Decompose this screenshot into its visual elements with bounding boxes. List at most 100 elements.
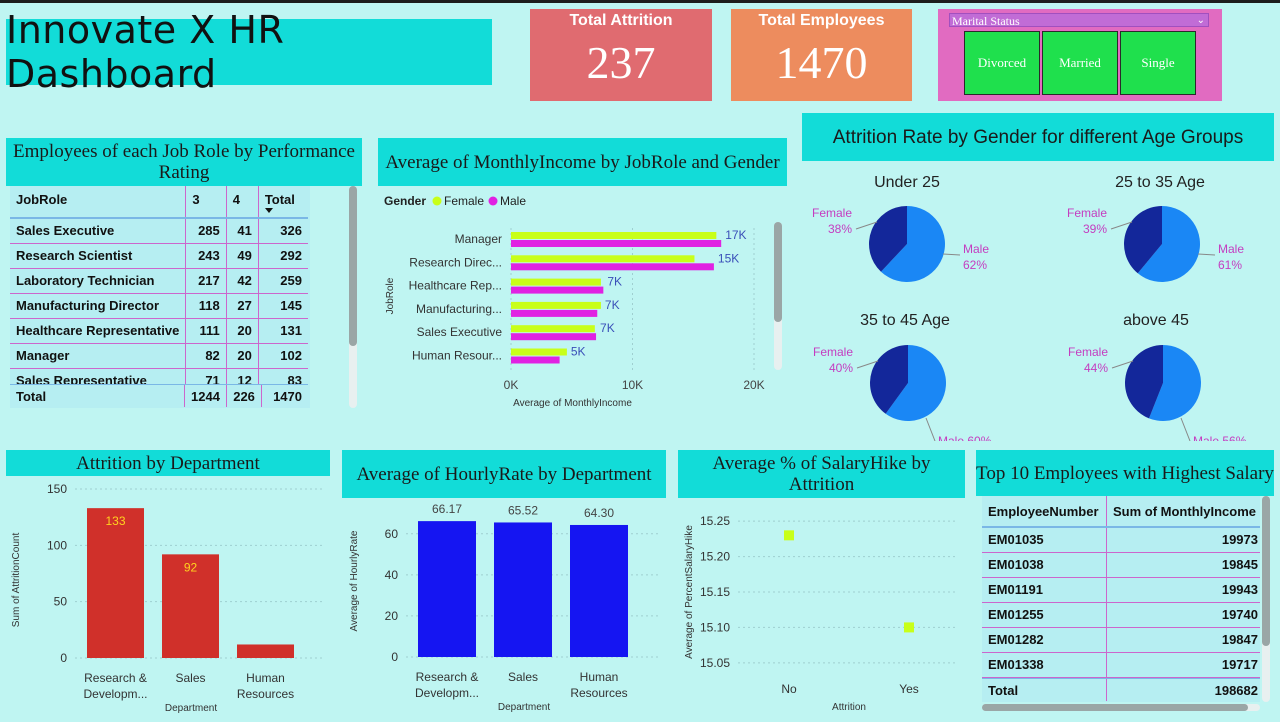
attrition-gender-age-title: Attrition Rate by Gender for different A… bbox=[832, 126, 1244, 148]
pie-pct-female: 39% bbox=[1083, 222, 1107, 236]
total-employees-card[interactable]: Total Employees 1470 bbox=[731, 9, 912, 101]
category-label: Human bbox=[580, 670, 619, 684]
total-attrition-card[interactable]: Total Attrition 237 bbox=[530, 9, 712, 101]
chevron-down-icon[interactable]: ⌄ bbox=[1197, 14, 1205, 28]
bar bbox=[87, 508, 144, 658]
table-row[interactable]: Healthcare Representative 111 20 131 bbox=[10, 318, 308, 343]
employee-number-cell: EM01038 bbox=[982, 552, 1107, 577]
y-tick-label: 50 bbox=[54, 595, 68, 609]
count-cell: 27 bbox=[226, 293, 259, 318]
table-row[interactable]: Research Scientist 243 49 292 bbox=[10, 243, 308, 268]
top-salary-hscrollbar[interactable] bbox=[982, 704, 1260, 711]
pie-leader-male bbox=[925, 417, 936, 441]
col-header-employee-number[interactable]: EmployeeNumber bbox=[982, 496, 1107, 527]
top-salary-total-row: Total 198682 bbox=[982, 678, 1260, 702]
y-tick-label: 20 bbox=[385, 609, 399, 623]
data-label: 7K bbox=[607, 275, 622, 289]
count-cell: 41 bbox=[226, 218, 259, 243]
monthly-income-chart: Gender Female Male 0K 10K 20K Manager 17K Resear… bbox=[384, 194, 765, 409]
employee-number-cell: EM01338 bbox=[982, 652, 1107, 677]
table-row[interactable]: EM01035 19973 bbox=[982, 527, 1260, 552]
dashboard-title: Innovate X HR Dashboard bbox=[6, 8, 285, 96]
count-cell: 145 bbox=[280, 298, 302, 313]
col-header-4[interactable]: 4 bbox=[226, 186, 259, 218]
top-salary-hscroll-thumb[interactable] bbox=[982, 704, 1248, 711]
count-cell: 118 bbox=[185, 293, 227, 318]
monthly-income-scroll-thumb[interactable] bbox=[774, 222, 782, 322]
count-cell: 285 bbox=[185, 218, 227, 243]
total-employees-value: 1470 bbox=[775, 37, 868, 88]
marital-status-dropdown[interactable]: Marital Status ⌄ bbox=[949, 13, 1209, 28]
top-border bbox=[0, 0, 1280, 3]
y-tick-label: 15.20 bbox=[700, 550, 730, 564]
salary-total-label: Total bbox=[982, 679, 1107, 701]
table-row[interactable]: Manager 82 20 102 bbox=[10, 343, 308, 368]
sort-desc-icon[interactable] bbox=[264, 208, 273, 213]
marital-option-married[interactable]: Married bbox=[1042, 31, 1118, 95]
jobrole-cell: Healthcare Representative bbox=[10, 318, 187, 343]
job-role-scroll-thumb[interactable] bbox=[349, 186, 357, 346]
table-row[interactable]: EM01191 19943 bbox=[982, 577, 1260, 602]
table-row[interactable]: Manufacturing Director 118 27 145 bbox=[10, 293, 308, 318]
job-role-scrollbar[interactable] bbox=[349, 186, 357, 408]
count-cell: 131 bbox=[280, 323, 302, 338]
category-label: Healthcare Rep... bbox=[409, 279, 502, 293]
job-role-table-title: Employees of each Job Role by Performanc… bbox=[13, 141, 355, 183]
salary-hike-title: Average % of SalaryHike by Attrition bbox=[712, 453, 931, 495]
category-label: Research & bbox=[84, 671, 147, 685]
count-cell: 259 bbox=[280, 273, 302, 288]
table-row[interactable]: EM01038 19845 bbox=[982, 552, 1260, 577]
table-row[interactable]: EM01255 19740 bbox=[982, 602, 1260, 627]
category-label: Sales Executive bbox=[417, 325, 503, 339]
job-role-total-row: Total 1244 226 1470 bbox=[10, 384, 308, 408]
pie-label-male: Male bbox=[1218, 242, 1244, 256]
col-header-jobrole[interactable]: JobRole bbox=[10, 186, 187, 218]
male-bar bbox=[511, 286, 604, 294]
table-row[interactable]: EM01338 19717 bbox=[982, 652, 1260, 677]
table-row[interactable]: Sales Executive 285 41 326 bbox=[10, 218, 308, 243]
count-cell: 243 bbox=[185, 243, 227, 268]
category-label: Manager bbox=[455, 232, 502, 246]
category-label: Resources bbox=[570, 686, 627, 700]
pie-label-female: Female bbox=[812, 206, 852, 220]
category-label: Resources bbox=[237, 687, 294, 701]
col-header-total[interactable]: Total bbox=[258, 186, 308, 218]
category-label: Human bbox=[246, 671, 285, 685]
data-label: 15K bbox=[718, 251, 739, 265]
x-tick-label: 10K bbox=[622, 378, 643, 392]
category-label: Developm... bbox=[415, 686, 479, 700]
table-row[interactable]: Laboratory Technician 217 42 259 bbox=[10, 268, 308, 293]
top-salary-scroll-thumb[interactable] bbox=[1262, 496, 1270, 646]
category-label: Research Direc... bbox=[409, 255, 502, 269]
count-cell: 102 bbox=[280, 348, 302, 363]
count-cell: 42 bbox=[226, 268, 259, 293]
pie-leader-male bbox=[1197, 253, 1216, 256]
table-row[interactable]: EM01282 19847 bbox=[982, 627, 1260, 652]
col-header-3[interactable]: 3 bbox=[185, 186, 227, 218]
y-axis-title: Sum of AttritionCount bbox=[11, 533, 22, 628]
jobrole-cell: Research Scientist bbox=[10, 243, 187, 268]
total-3: 1244 bbox=[184, 385, 227, 407]
pie-leader-male bbox=[1180, 417, 1191, 441]
bar bbox=[237, 644, 294, 658]
attrition-dept-title: Attrition by Department bbox=[76, 452, 260, 474]
monthly-income-cell: 19740 bbox=[1221, 607, 1258, 622]
top-salary-scrollbar[interactable] bbox=[1262, 496, 1270, 702]
marital-status-label: Marital Status bbox=[952, 14, 1020, 28]
top-salary-header: Top 10 Employees with Highest Salary bbox=[976, 450, 1274, 496]
x-axis-title: Average of MonthlyIncome bbox=[513, 398, 632, 409]
legend-female-marker bbox=[432, 196, 442, 206]
marital-option-single[interactable]: Single bbox=[1120, 31, 1196, 95]
female-bar bbox=[511, 255, 695, 263]
count-cell: 20 bbox=[226, 343, 259, 368]
data-label: 133 bbox=[105, 514, 125, 528]
col-header-sum-monthly-income[interactable]: Sum of MonthlyIncome bbox=[1107, 496, 1261, 527]
data-label: 66.17 bbox=[432, 502, 462, 516]
marital-option-divorced[interactable]: Divorced bbox=[964, 31, 1040, 95]
y-tick-label: 15.15 bbox=[700, 585, 730, 599]
top-salary-matrix: EmployeeNumber Sum of MonthlyIncome EM01… bbox=[982, 496, 1260, 678]
data-label: 65.52 bbox=[508, 503, 538, 517]
pie-subtitle: 35 to 45 Age bbox=[860, 312, 950, 329]
monthly-income-scrollbar[interactable] bbox=[774, 222, 782, 370]
attrition-gender-age-pies: Under 25 Female 38% Male 62% 25 to 35 Age Fema… bbox=[812, 174, 1247, 441]
